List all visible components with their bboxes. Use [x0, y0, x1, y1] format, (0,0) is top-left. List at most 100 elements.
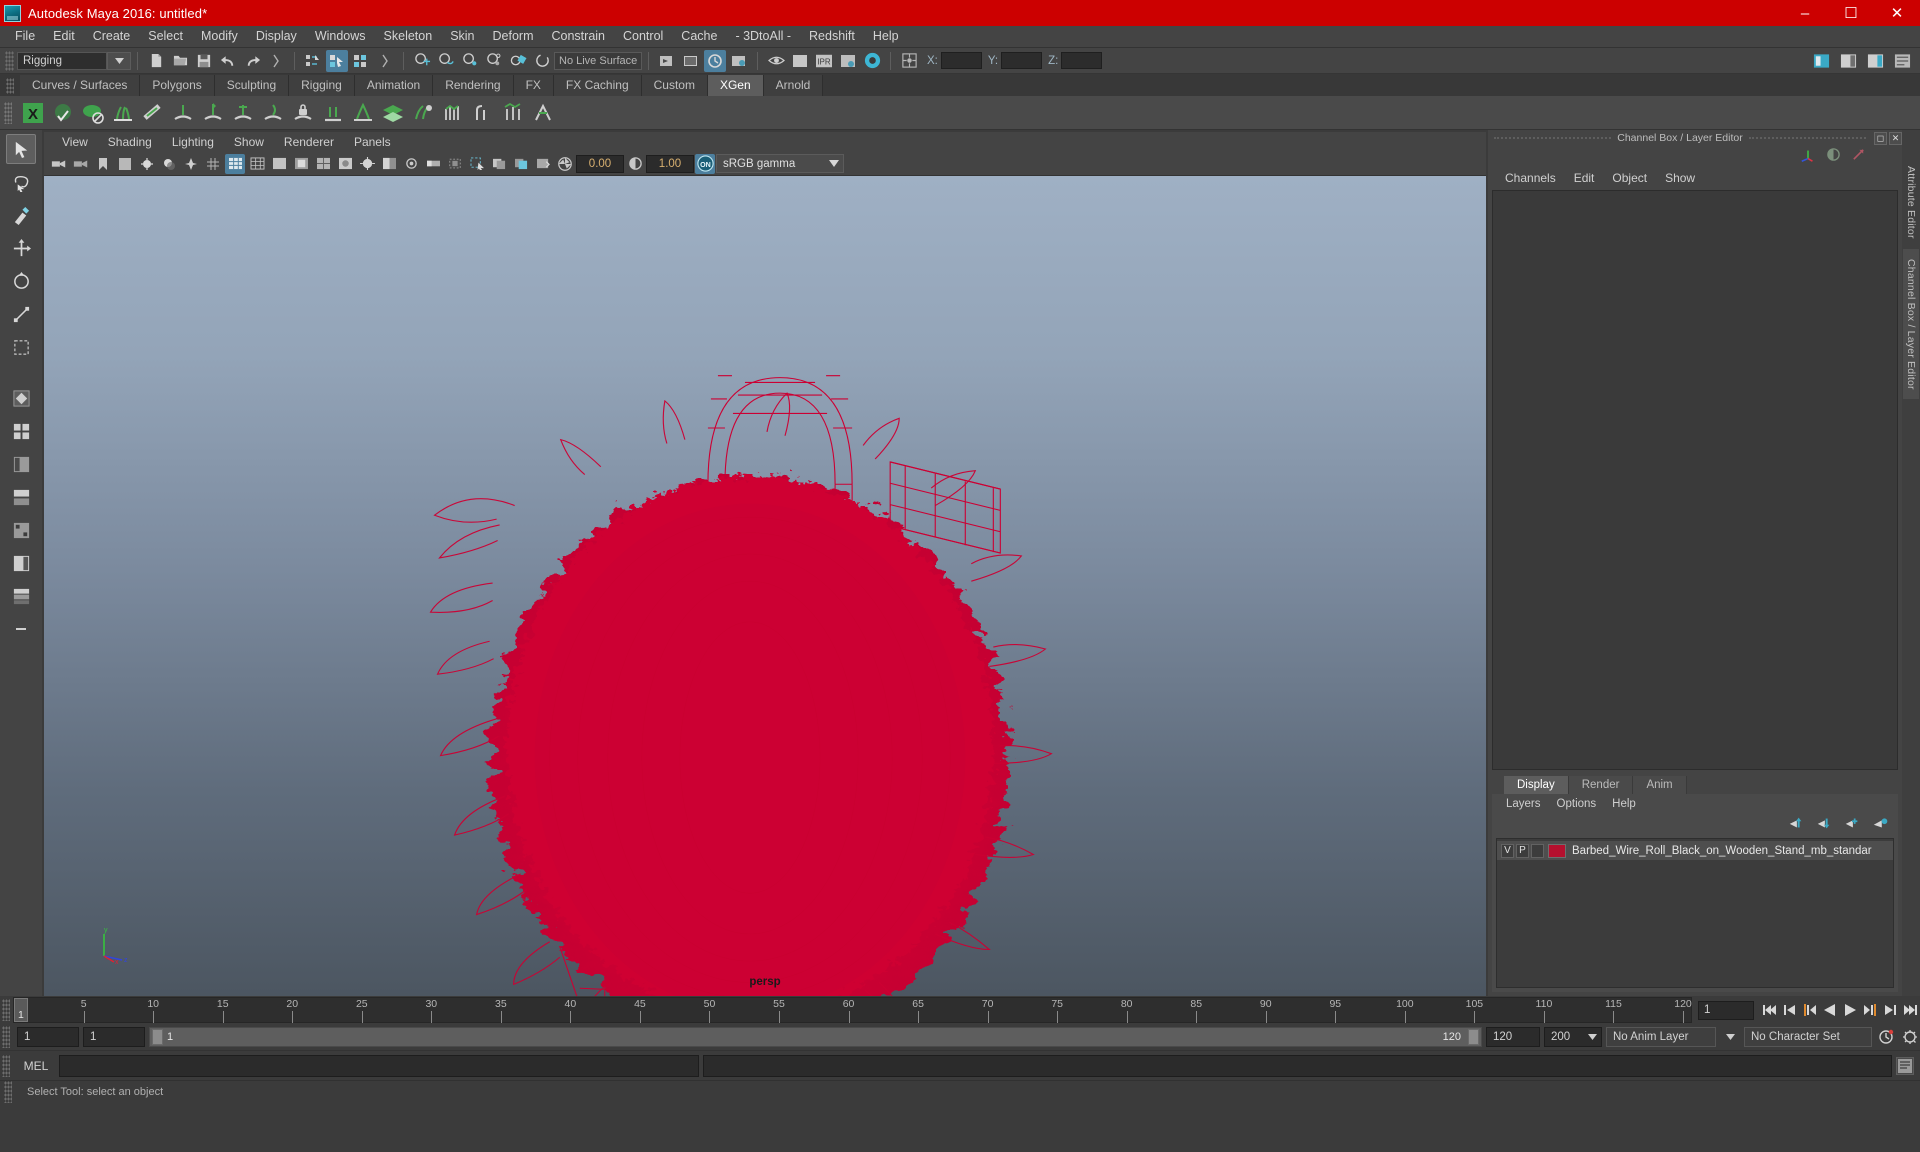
- snap-to-view-plane-icon[interactable]: [507, 50, 529, 72]
- auto-keyframe-toggle-icon[interactable]: [1876, 1026, 1896, 1048]
- input-output-connections-icon[interactable]: [898, 50, 920, 72]
- close-button[interactable]: ✕: [1874, 0, 1920, 26]
- vtab-attribute-editor[interactable]: Attribute Editor: [1903, 156, 1919, 249]
- bookmark-icon[interactable]: [93, 154, 113, 174]
- menu-help[interactable]: Help: [864, 27, 908, 46]
- select-by-component-type-icon[interactable]: [350, 50, 372, 72]
- exposure-icon[interactable]: [555, 154, 575, 174]
- current-frame-field[interactable]: 1: [1698, 1000, 1754, 1020]
- textured-icon[interactable]: [335, 154, 355, 174]
- z-coord-field[interactable]: [1061, 52, 1103, 69]
- range-start-time-field[interactable]: 1: [83, 1027, 145, 1047]
- menu-control[interactable]: Control: [614, 27, 672, 46]
- xgen-lock-guide-icon[interactable]: [288, 98, 318, 128]
- menu-modify[interactable]: Modify: [192, 27, 247, 46]
- layer-row[interactable]: V P Barbed_Wire_Roll_Black_on_Wooden_Sta…: [1497, 841, 1893, 860]
- open-render-view-icon[interactable]: [656, 50, 678, 72]
- menu-skeleton[interactable]: Skeleton: [375, 27, 442, 46]
- last-tool-used-icon[interactable]: [6, 332, 36, 362]
- wireframe-icon[interactable]: [247, 154, 267, 174]
- menu-set-selector[interactable]: Rigging: [17, 51, 107, 70]
- exposure-field[interactable]: 0.00: [576, 154, 624, 173]
- xgen-add-guide-icon[interactable]: [168, 98, 198, 128]
- shelf-icons-grip[interactable]: [4, 101, 12, 124]
- xgen-curve-guide-icon[interactable]: [468, 98, 498, 128]
- menu-create[interactable]: Create: [84, 27, 140, 46]
- channel-box-content[interactable]: [1492, 190, 1898, 770]
- script-editor-icon[interactable]: [1896, 1056, 1914, 1075]
- xray-active-components-icon[interactable]: [511, 154, 531, 174]
- toggle-modeling-toolkit-icon[interactable]: [1810, 50, 1832, 72]
- character-set-selector[interactable]: No Character Set: [1744, 1027, 1872, 1047]
- isolate-select-icon[interactable]: [445, 154, 465, 174]
- xgen-layers-icon[interactable]: [378, 98, 408, 128]
- xgen-interactive-groom-icon[interactable]: [408, 98, 438, 128]
- channelbox-menu-edit[interactable]: Edit: [1565, 170, 1604, 186]
- xgen-spline-icon[interactable]: [438, 98, 468, 128]
- diagonal-arrow-icon[interactable]: [1851, 147, 1866, 167]
- half-circle-icon[interactable]: [1826, 147, 1841, 167]
- gamma-icon[interactable]: [625, 154, 645, 174]
- layer-shading-toggle[interactable]: [1531, 843, 1544, 858]
- maximize-button[interactable]: ☐: [1828, 0, 1874, 26]
- shelf-tab-animation[interactable]: Animation: [354, 75, 434, 96]
- ipr-label-icon[interactable]: IPR: [813, 50, 835, 72]
- toggle-attribute-editor-icon[interactable]: [1837, 50, 1859, 72]
- y-coord-field[interactable]: [1001, 52, 1043, 69]
- motion-blur-icon[interactable]: [423, 154, 443, 174]
- xgen-guide-split-icon[interactable]: [318, 98, 348, 128]
- layout-four-view-icon[interactable]: [6, 416, 36, 446]
- render-settings-icon[interactable]: [728, 50, 750, 72]
- menu-cache[interactable]: Cache: [672, 27, 726, 46]
- shelf-tab-fx-caching[interactable]: FX Caching: [553, 75, 642, 96]
- channelbox-menu-channels[interactable]: Channels: [1496, 170, 1565, 186]
- create-new-layer-icon[interactable]: [1844, 816, 1860, 835]
- statusline-grip[interactable]: [5, 50, 14, 71]
- range-slider-track[interactable]: 1 120: [149, 1027, 1482, 1047]
- dock-undock-icon[interactable]: ◻: [1874, 131, 1887, 145]
- step-forward-frame-icon[interactable]: [1860, 999, 1880, 1021]
- toggle-visibility-icon[interactable]: [765, 50, 787, 72]
- shelf-tab-sculpting[interactable]: Sculpting: [214, 75, 290, 96]
- layout-hypergraph-icon[interactable]: [6, 515, 36, 545]
- shelf-tab-polygons[interactable]: Polygons: [140, 75, 215, 96]
- go-to-end-icon[interactable]: [1900, 999, 1920, 1021]
- animation-end-time-field[interactable]: 200: [1544, 1027, 1602, 1047]
- shelf-grip[interactable]: [6, 78, 14, 94]
- xgen-disable-description-icon[interactable]: [78, 98, 108, 128]
- smooth-shade-selected-icon[interactable]: [291, 154, 311, 174]
- select-by-hierarchy-icon[interactable]: [302, 50, 324, 72]
- exposure-reset-icon[interactable]: [533, 154, 553, 174]
- dock-close-icon[interactable]: ✕: [1889, 131, 1902, 145]
- toggle-channel-box-icon[interactable]: [1864, 50, 1886, 72]
- screen-space-ao-icon[interactable]: [401, 154, 421, 174]
- manipulator-axis-icon[interactable]: [1800, 147, 1816, 168]
- lasso-select-tool-icon[interactable]: [6, 167, 36, 197]
- layout-two-stacked-icon[interactable]: [6, 581, 36, 611]
- shadows-icon[interactable]: [159, 154, 179, 174]
- shelf-tab-xgen[interactable]: XGen: [707, 75, 764, 96]
- layer-menu-help[interactable]: Help: [1604, 797, 1644, 811]
- xgen-hair-physics-icon[interactable]: [498, 98, 528, 128]
- step-back-frame-icon[interactable]: [1800, 999, 1820, 1021]
- save-scene-icon[interactable]: [193, 50, 215, 72]
- layer-tab-anim[interactable]: Anim: [1633, 776, 1687, 794]
- layout-outliner-persp-icon[interactable]: [6, 548, 36, 578]
- animation-preferences-icon[interactable]: [1900, 1026, 1920, 1048]
- menu-windows[interactable]: Windows: [306, 27, 375, 46]
- x-coord-field[interactable]: [940, 52, 982, 69]
- range-start-handle[interactable]: [152, 1029, 163, 1045]
- command-language-label[interactable]: MEL: [17, 1059, 55, 1073]
- menu-select[interactable]: Select: [139, 27, 192, 46]
- shadow-map-icon[interactable]: [379, 154, 399, 174]
- layer-name-label[interactable]: Barbed_Wire_Roll_Black_on_Wooden_Stand_m…: [1572, 845, 1872, 857]
- layer-tab-display[interactable]: Display: [1504, 776, 1569, 794]
- layout-single-perspective-icon[interactable]: [6, 383, 36, 413]
- viewport-menu-show[interactable]: Show: [224, 134, 274, 150]
- xgen-clumping-icon[interactable]: [348, 98, 378, 128]
- ao-icon[interactable]: [181, 154, 201, 174]
- shelf-tab-rigging[interactable]: Rigging: [289, 75, 355, 96]
- redshift-render-icon[interactable]: [861, 50, 883, 72]
- xray-select-icon[interactable]: [467, 154, 487, 174]
- menu-set-dropdown-arrow[interactable]: [107, 51, 131, 70]
